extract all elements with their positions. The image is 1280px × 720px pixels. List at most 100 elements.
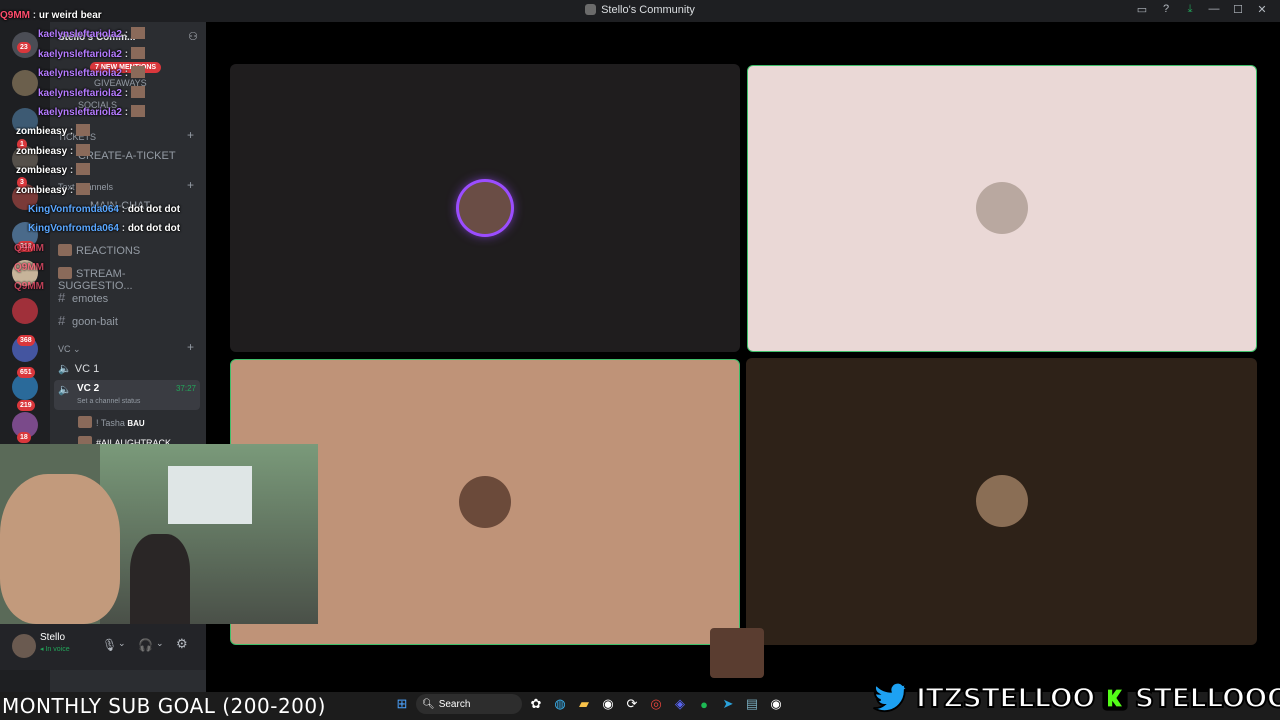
chat-user: kaelynsleftariola2 [38,68,122,80]
kick-icon [1102,685,1128,711]
voice-category-label: VC [58,344,71,354]
avatar [78,416,92,428]
chat-user: zombieasy [16,184,68,196]
chrome-icon[interactable]: ◎ [646,694,666,714]
emote [131,46,146,59]
taskbar-search[interactable]: 🔍︎ Search [416,694,522,714]
chat-message: Q9MM : ur weird bear [0,10,102,21]
channel-status[interactable]: Set a channel status [77,398,140,405]
chat-message: KingVonfromda064 : dot dot dot [0,221,230,240]
category-label[interactable]: VC ⌄ [58,344,81,355]
voice-channel-label: VC 1 [74,363,100,375]
chat-message: Q9MM [0,241,230,260]
server-icon[interactable] [12,298,38,324]
emote [131,104,146,117]
channel-label: goon-bait [72,316,118,328]
chat-message: kaelynsleftariola2 : [0,104,230,124]
webcam-overlay [0,444,318,624]
mention-badge: 219 [17,400,35,411]
video-grid [206,22,1280,692]
chat-message: Q9MM [0,260,230,279]
emote [131,85,146,98]
chat-message: KingVonfromda064 : dot dot dot [0,202,230,221]
folder-icon[interactable]: ▰ [574,694,594,714]
mention-badge: 368 [17,335,35,346]
chat-message: zombieasy : [0,163,230,182]
speaker-icon: 🔈 [58,384,72,396]
chat-text: ur weird bear [38,10,102,21]
chat-message: kaelynsleftariola2 : [0,27,230,46]
add-channel-icon[interactable]: + [187,340,194,354]
chat-message: kaelynsleftariola2 : [0,85,230,105]
emote [76,143,91,156]
steam-icon[interactable]: ◉ [766,694,786,714]
user-name: Stello [40,632,66,643]
notepad-icon[interactable]: ▤ [742,694,762,714]
streamer [130,534,190,624]
avatar [976,475,1028,527]
download-icon[interactable]: ⤓ [1178,3,1202,16]
microphone-icon[interactable]: 🎙 [102,638,117,652]
flowers-icon[interactable]: ✿ [526,694,546,714]
social-handles: ITZSTELLOO STELLOOO [872,682,1280,715]
settings-icon[interactable]: ⟳ [622,694,642,714]
chat-text: dot dot dot [127,203,181,215]
spotify-icon[interactable]: ● [694,694,714,714]
video-tile[interactable] [746,358,1257,645]
floating-emote [710,628,764,678]
twitter-handle: ITZSTELLOO [915,682,1096,715]
voice-channel[interactable]: 🔈 VC 1 [58,362,200,382]
minimize-icon[interactable]: — [1202,3,1226,16]
voice-channel-label: VC 2 [77,383,100,394]
emote [76,163,91,176]
mention-badge: 651 [17,367,35,378]
gear-icon[interactable]: ⚙ [176,636,188,652]
mention-badge: 18 [17,432,31,443]
chat-user: Q9MM [14,242,44,254]
video-tile-speaking[interactable] [747,65,1257,352]
emote [76,124,91,137]
emote [76,182,91,195]
user-status-text: In voice [45,646,70,653]
maximize-icon[interactable]: ☐ [1226,3,1250,16]
close-icon[interactable]: ✕ [1250,3,1274,16]
steam-icon[interactable]: ◉ [598,694,618,714]
member-name: ! Tasha [96,418,125,428]
chat-message: kaelynsleftariola2 : [0,66,230,85]
search-label: Search [438,698,471,710]
call-timer: 37:27 [175,384,196,393]
windows-start-icon[interactable]: ⊞ [392,694,412,714]
avatar[interactable] [12,634,36,658]
telegram-icon[interactable]: ➤ [718,694,738,714]
emote [131,66,146,79]
inbox-icon[interactable]: ▭ [1130,3,1154,16]
chevron-down-icon[interactable]: ⌄ [118,638,126,649]
chat-user: zombieasy [16,126,68,138]
headphones-icon[interactable]: 🎧 [138,638,153,652]
edge-icon[interactable]: ◍ [550,694,570,714]
avatar [459,476,511,528]
window-title-text: Stello's Community [601,4,695,16]
chat-user: Q9MM [14,262,44,274]
chat-message: zombieasy : [0,143,230,163]
twitter-icon [873,682,910,713]
server-logo-icon [585,4,597,15]
voice-member[interactable]: ! Tasha BAU [78,416,220,436]
chat-user: zombieasy [16,165,68,177]
chat-user: kaelynsleftariola2 [38,87,122,99]
chat-user: kaelynsleftariola2 [38,29,122,41]
voice-channel-active[interactable]: 🔈 VC 2 37:27 Set a channel status [54,380,200,410]
chat-message: zombieasy : [0,182,230,202]
video-tile[interactable] [230,64,740,352]
discord-icon[interactable]: ◈ [670,694,690,714]
hash-icon: # [58,313,66,328]
face-overlay [0,474,120,624]
chat-message: zombieasy : [0,124,230,143]
chat-message: kaelynsleftariola2 : [0,46,230,66]
chevron-down-icon[interactable]: ⌄ [156,638,164,649]
projector-screen [168,466,252,524]
chat-user: kaelynsleftariola2 [38,106,122,118]
help-icon[interactable]: ? [1154,3,1178,16]
channel-item[interactable]: # goon-bait [58,313,200,333]
speaker-icon: 🔈 [58,363,75,375]
